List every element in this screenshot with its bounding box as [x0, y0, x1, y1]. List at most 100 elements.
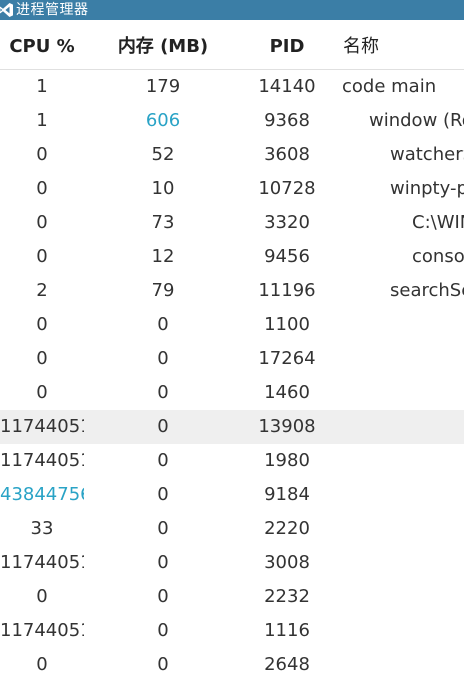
table-row[interactable]: 117440512 0 13908	[0, 410, 464, 444]
pid-cell: 2220	[264, 518, 310, 539]
process-explorer-window: 进程管理器 CPU % 内存 (MB) PID 名称 1 179 14140 code…	[0, 0, 464, 679]
cpu-cell: 0	[36, 144, 48, 165]
pid-cell: 3608	[264, 144, 310, 165]
memory-cell: 0	[157, 484, 169, 505]
pid-cell: 11196	[258, 280, 316, 301]
memory-cell: 0	[157, 314, 169, 335]
memory-cell: 0	[157, 416, 169, 437]
process-name-cell: winpty-p	[390, 178, 464, 199]
pid-cell: 1116	[264, 620, 310, 641]
process-table-body: 1 179 14140 code main 1 606 9368 window (Ro 0 52 3…	[0, 70, 464, 679]
pid-cell: 9456	[264, 246, 310, 267]
pid-cell: 17264	[258, 348, 316, 369]
process-name-cell: code main	[342, 76, 437, 97]
cpu-cell: 117440512	[0, 416, 84, 437]
process-name-cell: window (Ro	[369, 110, 464, 131]
memory-cell: 10	[151, 178, 175, 199]
pid-cell: 2232	[264, 586, 310, 607]
vscode-icon	[0, 0, 16, 20]
table-row[interactable]: 0 10 10728 winpty-p	[0, 172, 464, 206]
table-row[interactable]: 0 0 2648	[0, 648, 464, 679]
cpu-cell: 0	[36, 654, 48, 675]
table-row[interactable]: 1 606 9368 window (Ro	[0, 104, 464, 138]
cpu-cell: 1	[36, 110, 48, 131]
memory-cell: 606	[145, 110, 181, 131]
cpu-cell: 0	[36, 246, 48, 267]
pid-cell: 1460	[264, 382, 310, 403]
process-name-cell	[342, 444, 464, 478]
table-row[interactable]: 117440512 0 3008	[0, 546, 464, 580]
table-row[interactable]: 1 179 14140 code main	[0, 70, 464, 104]
cpu-cell: 117440512	[0, 620, 84, 641]
pid-cell: 2648	[264, 654, 310, 675]
cpu-cell: 0	[36, 382, 48, 403]
process-name-cell: watcherS	[390, 144, 464, 165]
table-row[interactable]: 438447562 0 9184	[0, 478, 464, 512]
process-name-cell	[342, 614, 464, 648]
process-name-cell	[342, 342, 464, 376]
memory-cell: 0	[157, 620, 169, 641]
process-name-cell	[342, 648, 464, 679]
window-title: 进程管理器	[16, 2, 89, 18]
memory-cell: 52	[151, 144, 175, 165]
pid-cell: 13908	[258, 416, 316, 437]
pid-cell: 3008	[264, 552, 310, 573]
table-row[interactable]: 0 0 2232	[0, 580, 464, 614]
table-row[interactable]: 117440512 0 1980	[0, 444, 464, 478]
column-header-memory[interactable]: 内存 (MB)	[84, 20, 242, 70]
table-row[interactable]: 0 0 17264	[0, 342, 464, 376]
pid-cell: 3320	[264, 212, 310, 233]
table-header: CPU % 内存 (MB) PID 名称	[0, 20, 464, 70]
memory-cell: 179	[145, 76, 181, 97]
column-header-name[interactable]: 名称	[343, 20, 464, 70]
process-name-cell: conso	[412, 246, 464, 267]
cpu-cell: 2	[36, 280, 48, 301]
cpu-cell: 0	[36, 212, 48, 233]
pid-cell: 9184	[264, 484, 310, 505]
cpu-cell: 33	[30, 518, 54, 539]
process-name-cell	[342, 580, 464, 614]
pid-cell: 10728	[258, 178, 316, 199]
memory-cell: 0	[157, 654, 169, 675]
process-name-cell: searchSe	[390, 280, 464, 301]
table-row[interactable]: 33 0 2220	[0, 512, 464, 546]
cpu-cell: 0	[36, 314, 48, 335]
memory-cell: 0	[157, 450, 169, 471]
pid-cell: 1980	[264, 450, 310, 471]
table-row[interactable]: 0 52 3608 watcherS	[0, 138, 464, 172]
memory-cell: 79	[151, 280, 175, 301]
process-name-cell: C:\WIN	[412, 212, 464, 233]
memory-cell: 0	[157, 348, 169, 369]
pid-cell: 14140	[258, 76, 316, 97]
process-name-cell	[342, 410, 464, 444]
process-name-cell	[342, 308, 464, 342]
cpu-cell: 0	[36, 178, 48, 199]
cpu-cell: 1	[36, 76, 48, 97]
table-row[interactable]: 2 79 11196 searchSe	[0, 274, 464, 308]
table-row[interactable]: 0 12 9456 conso	[0, 240, 464, 274]
process-name-cell	[342, 512, 464, 546]
table-row[interactable]: 0 0 1100	[0, 308, 464, 342]
memory-cell: 73	[151, 212, 175, 233]
process-name-cell	[342, 478, 464, 512]
cpu-cell: 0	[36, 348, 48, 369]
memory-cell: 0	[157, 382, 169, 403]
memory-cell: 0	[157, 552, 169, 573]
cpu-cell: 117440512	[0, 450, 84, 471]
pid-cell: 1100	[264, 314, 310, 335]
memory-cell: 0	[157, 518, 169, 539]
table-row[interactable]: 0 73 3320 C:\WIN	[0, 206, 464, 240]
column-header-pid[interactable]: PID	[242, 20, 332, 70]
cpu-cell: 0	[36, 586, 48, 607]
table-row[interactable]: 0 0 1460	[0, 376, 464, 410]
cpu-cell: 117440512	[0, 552, 84, 573]
title-bar[interactable]: 进程管理器	[0, 0, 464, 20]
cpu-cell: 438447562	[0, 484, 84, 505]
process-name-cell	[342, 376, 464, 410]
memory-cell: 12	[151, 246, 175, 267]
process-name-cell	[342, 546, 464, 580]
memory-cell: 0	[157, 586, 169, 607]
column-header-cpu[interactable]: CPU %	[0, 20, 84, 70]
pid-cell: 9368	[264, 110, 310, 131]
table-row[interactable]: 117440512 0 1116	[0, 614, 464, 648]
